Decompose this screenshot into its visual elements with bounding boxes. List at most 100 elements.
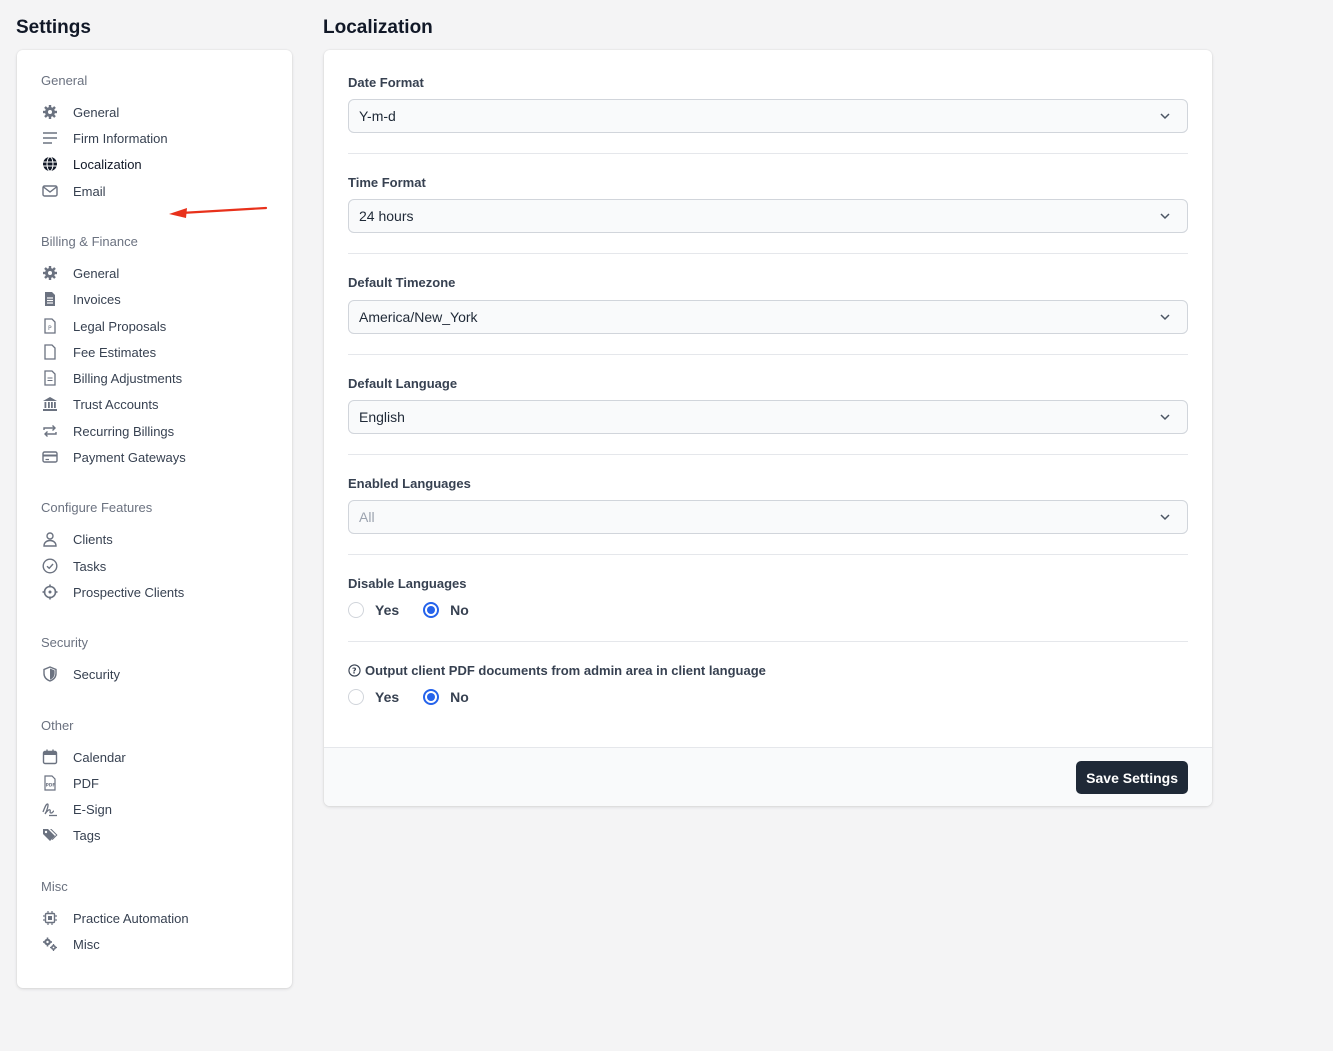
- sidebar-item-label: Clients: [73, 531, 113, 547]
- sidebar-item-label: PDF: [73, 775, 99, 791]
- sidebar-item-label: E-Sign: [73, 801, 113, 817]
- divider: [348, 554, 1188, 555]
- sidebar-item-calendar[interactable]: Calendar: [41, 746, 126, 768]
- tags-icon: [41, 826, 59, 844]
- sidebar-item-label: Email: [73, 183, 106, 199]
- radio-label-yes: Yes: [375, 602, 400, 618]
- disable-languages-radio-group: Yes No: [348, 600, 493, 620]
- time-format-select[interactable]: 24 hours: [348, 199, 1188, 233]
- signature-icon: [41, 800, 59, 818]
- enabled-languages-select[interactable]: All: [348, 500, 1188, 534]
- sidebar-item-clients[interactable]: Clients: [41, 528, 113, 550]
- sidebar-item-tags[interactable]: Tags: [41, 824, 100, 846]
- question-circle-icon[interactable]: ?: [348, 664, 361, 677]
- sidebar-item-label: Payment Gateways: [73, 449, 186, 465]
- sidebar-item-recurring-billings[interactable]: Recurring Billings: [41, 420, 174, 442]
- output-pdf-language-radio-group: Yes No: [348, 687, 493, 707]
- select-value: English: [359, 409, 405, 425]
- output-pdf-yes-radio[interactable]: [348, 689, 364, 705]
- sidebar-item-label: Recurring Billings: [73, 423, 175, 439]
- crosshair-icon: [41, 583, 59, 601]
- calendar-icon: [41, 748, 59, 766]
- disable-languages-yes-radio[interactable]: [348, 602, 364, 618]
- divider: [348, 641, 1188, 642]
- sidebar-item-general[interactable]: General: [41, 101, 119, 123]
- gears-icon: [41, 935, 59, 953]
- lined-doc-icon: [41, 369, 59, 387]
- chevron-down-icon: [1160, 414, 1170, 421]
- sidebar-item-billing-adjustments[interactable]: Billing Adjustments: [41, 367, 182, 389]
- chevron-down-icon: [1160, 113, 1170, 120]
- sidebar-item-firm-information[interactable]: Firm Information: [41, 127, 168, 149]
- sidebar-item-label: Security: [73, 666, 120, 682]
- output-pdf-language-label: ? Output client PDF documents from admin …: [348, 663, 766, 678]
- output-pdf-language-text: Output client PDF documents from admin a…: [365, 663, 766, 678]
- save-settings-button[interactable]: Save Settings: [1076, 761, 1188, 794]
- sidebar-item-misc[interactable]: Misc: [41, 933, 100, 955]
- date-format-label: Date Format: [348, 75, 424, 90]
- group-title-billing-finance: Billing & Finance: [41, 234, 138, 249]
- bank-icon: [41, 395, 59, 413]
- sidebar-item-label: Practice Automation: [73, 910, 189, 926]
- chevron-down-icon: [1160, 213, 1170, 220]
- shield-icon: [41, 665, 59, 683]
- sidebar-item-prospective-clients[interactable]: Prospective Clients: [41, 581, 184, 603]
- group-title-security: Security: [41, 635, 88, 650]
- sidebar-item-label: Tags: [73, 827, 101, 843]
- menu-lines-icon: [41, 129, 59, 147]
- divider: [348, 253, 1188, 254]
- sidebar-item-invoices[interactable]: Invoices: [41, 288, 121, 310]
- envelope-icon: [41, 182, 59, 200]
- sidebar-item-label: Trust Accounts: [73, 396, 159, 412]
- sidebar-item-security[interactable]: Security: [41, 663, 120, 685]
- sidebar-item-label: Tasks: [73, 558, 107, 574]
- sidebar-item-label: Localization: [73, 156, 142, 172]
- chevron-down-icon: [1160, 314, 1170, 321]
- default-timezone-select[interactable]: America/New_York: [348, 300, 1188, 334]
- divider: [348, 153, 1188, 154]
- output-pdf-no-radio[interactable]: [423, 689, 440, 705]
- sidebar-item-tasks[interactable]: Tasks: [41, 555, 106, 577]
- invoice-icon: [41, 290, 59, 308]
- annotation-arrow: [169, 206, 268, 218]
- select-value: America/New_York: [359, 309, 478, 325]
- disable-languages-label: Disable Languages: [348, 576, 467, 591]
- svg-text:PDF: PDF: [46, 783, 56, 788]
- settings-sidebar: General General Firm Information Localiz…: [17, 50, 292, 988]
- globe-icon: [41, 155, 59, 173]
- svg-text:P: P: [48, 325, 52, 332]
- sidebar-item-practice-automation[interactable]: Practice Automation: [41, 907, 189, 929]
- date-format-select[interactable]: Y-m-d: [348, 99, 1188, 133]
- sidebar-item-label: Calendar: [73, 749, 126, 765]
- sidebar-item-trust-accounts[interactable]: Trust Accounts: [41, 393, 159, 415]
- radio-label-yes: Yes: [375, 689, 400, 705]
- default-language-label: Default Language: [348, 376, 458, 391]
- default-timezone-label: Default Timezone: [348, 275, 456, 290]
- proposal-doc-icon: P: [41, 317, 59, 335]
- sidebar-item-fee-estimates[interactable]: Fee Estimates: [41, 341, 156, 363]
- chevron-down-icon: [1160, 514, 1170, 521]
- localization-settings-card: Date Format Y-m-d Time Format 24 hours D…: [324, 50, 1212, 806]
- group-title-general: General: [41, 73, 88, 88]
- credit-card-icon: [41, 448, 59, 466]
- gear-icon: [41, 264, 59, 282]
- group-title-misc: Misc: [41, 879, 68, 894]
- sidebar-item-billing-general[interactable]: General: [41, 262, 119, 284]
- sidebar-item-label: Invoices: [73, 291, 121, 307]
- sidebar-item-label: Firm Information: [73, 130, 168, 146]
- disable-languages-no-radio[interactable]: [423, 602, 440, 618]
- sidebar-item-pdf[interactable]: PDF PDF: [41, 772, 99, 794]
- sidebar-item-payment-gateways[interactable]: Payment Gateways: [41, 446, 186, 468]
- default-language-select[interactable]: English: [348, 400, 1188, 434]
- user-icon: [41, 530, 59, 548]
- time-format-label: Time Format: [348, 175, 426, 190]
- sidebar-item-legal-proposals[interactable]: P Legal Proposals: [41, 315, 166, 337]
- sidebar-item-email[interactable]: Email: [41, 180, 106, 202]
- sidebar-item-e-sign[interactable]: E-Sign: [41, 798, 112, 820]
- sidebar-item-label: General: [73, 104, 120, 120]
- sidebar-item-localization[interactable]: Localization: [41, 153, 142, 175]
- card-footer: Save Settings: [324, 747, 1212, 806]
- sidebar-item-label: Billing Adjustments: [73, 370, 183, 386]
- pdf-icon: PDF: [41, 774, 59, 792]
- radio-label-no: No: [450, 689, 469, 705]
